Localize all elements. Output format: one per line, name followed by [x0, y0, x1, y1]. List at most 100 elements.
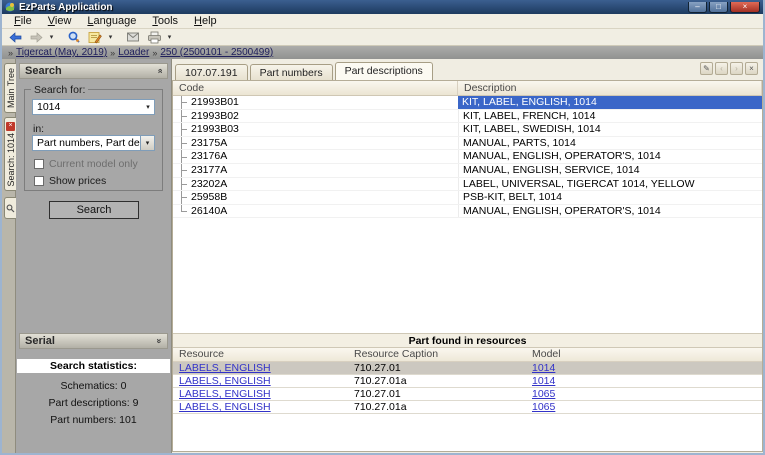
part-description: MANUAL, ENGLISH, OPERATOR'S, 1014 [458, 205, 762, 218]
title-bar: EzParts Application – □ × [2, 0, 763, 14]
history-dropdown-icon[interactable]: ▾ [47, 33, 56, 41]
tree-branch-icon [177, 96, 191, 109]
chevron-down-icon[interactable]: ▾ [142, 103, 154, 111]
table-row[interactable]: 23175A MANUAL, PARTS, 1014 [173, 137, 762, 151]
model-link[interactable]: 1014 [532, 362, 555, 374]
table-row[interactable]: 21993B02 KIT, LABEL, FRENCH, 1014 [173, 110, 762, 124]
search-panel-header[interactable]: Search » [19, 63, 168, 79]
column-header-code[interactable]: Code [173, 81, 458, 95]
chevron-down-icon[interactable]: ▾ [140, 136, 154, 150]
resource-row[interactable]: LABELS, ENGLISH 710.27.01a 1014 [173, 375, 762, 388]
close-button[interactable]: × [730, 2, 760, 13]
table-row[interactable]: 21993B01 KIT, LABEL, ENGLISH, 1014 [173, 96, 762, 110]
stat-schematics: Schematics: 0 [16, 380, 171, 392]
breadcrumb-catalog[interactable]: Tigercat (May, 2019) [16, 47, 107, 58]
breadcrumb-category[interactable]: Loader [118, 47, 149, 58]
sidebar-tab-search[interactable]: × Search: 1014 [4, 117, 16, 191]
breadcrumb-arrow-icon: » [8, 48, 13, 58]
menu-view[interactable]: View [40, 15, 80, 27]
search-panel: Search » Search for: 1014 ▾ in: Part num… [16, 59, 172, 453]
scroll-tabs-left-button[interactable]: ‹ [715, 62, 728, 75]
column-header-description[interactable]: Description [458, 81, 762, 95]
sidebar-tab-search-icon[interactable] [4, 197, 16, 219]
email-icon [126, 31, 140, 43]
sidebar-tab-main-tree[interactable]: Main Tree [4, 63, 16, 113]
part-code: 23175A [191, 137, 227, 150]
email-button[interactable] [123, 29, 143, 45]
annotate-dropdown-icon[interactable]: ▾ [106, 33, 115, 41]
annotate-button[interactable] [85, 29, 105, 45]
table-row[interactable]: 25958B PSB-KIT, BELT, 1014 [173, 191, 762, 205]
menu-help[interactable]: Help [186, 15, 225, 27]
table-row[interactable]: 23176A MANUAL, ENGLISH, OPERATOR'S, 1014 [173, 150, 762, 164]
print-dropdown-icon[interactable]: ▾ [165, 33, 174, 41]
search-scope-combo[interactable]: Part numbers, Part descriptio... ▾ [32, 135, 155, 151]
pencil-icon[interactable]: ✎ [700, 62, 713, 75]
table-row[interactable]: 23177A MANUAL, ENGLISH, SERVICE, 1014 [173, 164, 762, 178]
back-button[interactable] [5, 29, 25, 45]
resource-row[interactable]: LABELS, ENGLISH 710.27.01a 1065 [173, 401, 762, 414]
collapse-down-icon[interactable]: » [154, 338, 164, 343]
resources-section-title: Part found in resources [173, 333, 762, 348]
search-tab-label: Search: 1014 [6, 133, 16, 187]
close-tab-button[interactable]: × [745, 62, 758, 75]
search-icon [67, 31, 81, 44]
resource-link[interactable]: LABELS, ENGLISH [179, 401, 271, 413]
menu-tools[interactable]: Tools [144, 15, 186, 27]
note-edit-icon [88, 31, 102, 44]
table-row[interactable]: 23202A LABEL, UNIVERSAL, TIGERCAT 1014, … [173, 178, 762, 192]
search-button[interactable]: Search [49, 201, 139, 219]
breadcrumb-arrow-icon: » [110, 48, 115, 58]
serial-panel-title: Serial [25, 335, 55, 347]
window-title: EzParts Application [19, 2, 686, 13]
parts-table-header: Code Description [173, 81, 762, 96]
resource-row[interactable]: LABELS, ENGLISH 710.27.01 1014 [173, 362, 762, 375]
resource-link[interactable]: LABELS, ENGLISH [179, 388, 271, 400]
collapse-up-icon[interactable]: » [154, 68, 164, 73]
scroll-tabs-right-button[interactable]: › [730, 62, 743, 75]
table-row[interactable]: 26140A MANUAL, ENGLISH, OPERATOR'S, 1014 [173, 205, 762, 219]
model-link[interactable]: 1065 [532, 401, 555, 413]
model-link[interactable]: 1065 [532, 388, 555, 400]
tree-branch-icon [177, 110, 191, 123]
printer-icon [147, 31, 162, 44]
resource-caption: 710.27.01 [348, 362, 526, 374]
search-query-combo[interactable]: 1014 ▾ [32, 99, 155, 115]
maximize-button[interactable]: □ [709, 2, 728, 13]
tree-branch-icon [177, 150, 191, 163]
current-model-row: Current model only [34, 158, 138, 170]
empty-space [173, 414, 762, 451]
forward-button[interactable] [26, 29, 46, 45]
serial-panel-header[interactable]: Serial » [19, 333, 168, 349]
search-statistics-title: Search statistics: [17, 359, 170, 373]
current-model-checkbox[interactable] [34, 159, 44, 169]
document-tab-strip: 107.07.191 Part numbers Part description… [175, 61, 763, 80]
resource-link[interactable]: LABELS, ENGLISH [179, 375, 271, 387]
table-row[interactable]: 21993B03 KIT, LABEL, SWEDISH, 1014 [173, 123, 762, 137]
resource-row[interactable]: LABELS, ENGLISH 710.27.01 1065 [173, 388, 762, 401]
part-code: 21993B02 [191, 110, 239, 123]
menu-language[interactable]: Language [79, 15, 144, 27]
tree-branch-icon [177, 137, 191, 150]
part-description: KIT, LABEL, ENGLISH, 1014 [458, 96, 762, 109]
resource-link[interactable]: LABELS, ENGLISH [179, 362, 271, 374]
column-header-model[interactable]: Model [526, 348, 762, 361]
tab-part-descriptions[interactable]: Part descriptions [335, 62, 433, 80]
show-prices-checkbox[interactable] [34, 176, 44, 186]
column-header-resource[interactable]: Resource [173, 348, 348, 361]
print-button[interactable] [144, 29, 164, 45]
tab-part-numbers[interactable]: Part numbers [250, 64, 333, 80]
menu-file[interactable]: File [6, 15, 40, 27]
part-code: 21993B03 [191, 123, 239, 136]
part-code: 23176A [191, 150, 227, 163]
tree-branch-icon [177, 205, 191, 218]
current-model-label: Current model only [49, 158, 138, 170]
search-query-value: 1014 [33, 101, 142, 113]
breadcrumb-model[interactable]: 250 (2500101 - 2500499) [160, 47, 273, 58]
tab-schematic[interactable]: 107.07.191 [175, 64, 248, 80]
close-search-tab-icon[interactable]: × [6, 122, 15, 131]
minimize-button[interactable]: – [688, 2, 707, 13]
column-header-resource-caption[interactable]: Resource Caption [348, 348, 526, 361]
search-button-toolbar[interactable] [64, 29, 84, 45]
model-link[interactable]: 1014 [532, 375, 555, 387]
